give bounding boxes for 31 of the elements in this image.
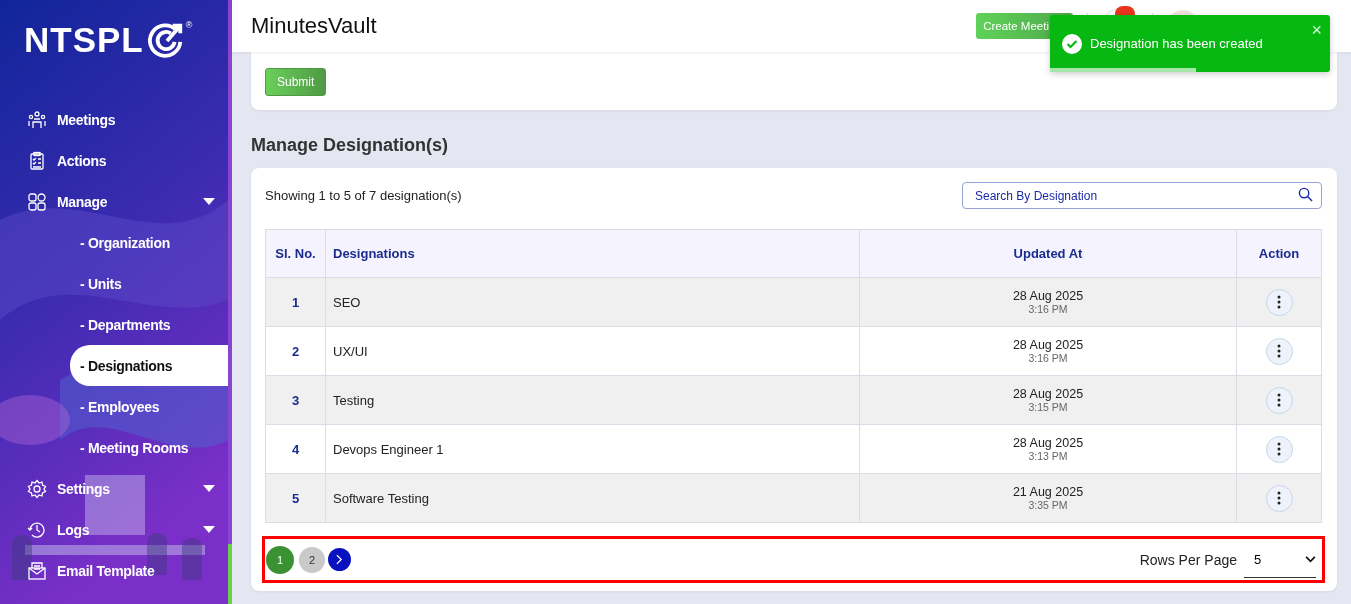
- table-cell: 2: [265, 326, 326, 376]
- table-cell: 3: [265, 375, 326, 425]
- date-text: 28 Aug 2025: [1011, 338, 1085, 352]
- date-text: 28 Aug 2025: [1011, 436, 1085, 450]
- table-cell: 1: [265, 277, 326, 327]
- column-header: Action: [1236, 229, 1322, 278]
- date-text: 21 Aug 2025: [1011, 485, 1085, 499]
- date-text: 28 Aug 2025: [1011, 289, 1085, 303]
- app-title: MinutesVault: [251, 13, 378, 39]
- date-text: 28 Aug 2025: [1011, 387, 1085, 401]
- time-text: 3:16 PM: [1027, 303, 1069, 315]
- time-text: 3:16 PM: [1027, 352, 1069, 364]
- time-text: 3:13 PM: [1027, 450, 1069, 462]
- registered-mark: ®: [185, 20, 193, 30]
- table-cell: 5: [265, 473, 326, 523]
- column-header: Designations: [325, 229, 860, 278]
- table-cell: SEO: [325, 277, 860, 327]
- table-cell: UX/UI: [325, 326, 860, 376]
- table-cell: Software Testing: [325, 473, 860, 523]
- section-title: Manage Designation(s): [251, 135, 450, 156]
- table-cell: 4: [265, 424, 326, 474]
- toast-message: Designation has been created: [1090, 36, 1264, 51]
- logo-text: NTSPL: [24, 20, 144, 60]
- table-cell: Devops Engineer 1: [325, 424, 860, 474]
- time-text: 3:35 PM: [1027, 499, 1069, 511]
- rows-per-page-label: Rows Per Page: [1139, 551, 1237, 568]
- time-text: 3:15 PM: [1027, 401, 1069, 413]
- column-header: Updated At: [859, 229, 1237, 278]
- column-header: Sl. No.: [265, 229, 326, 278]
- summary-text: Showing 1 to 5 of 7 designation(s): [265, 188, 462, 203]
- table-cell: Testing: [325, 375, 860, 425]
